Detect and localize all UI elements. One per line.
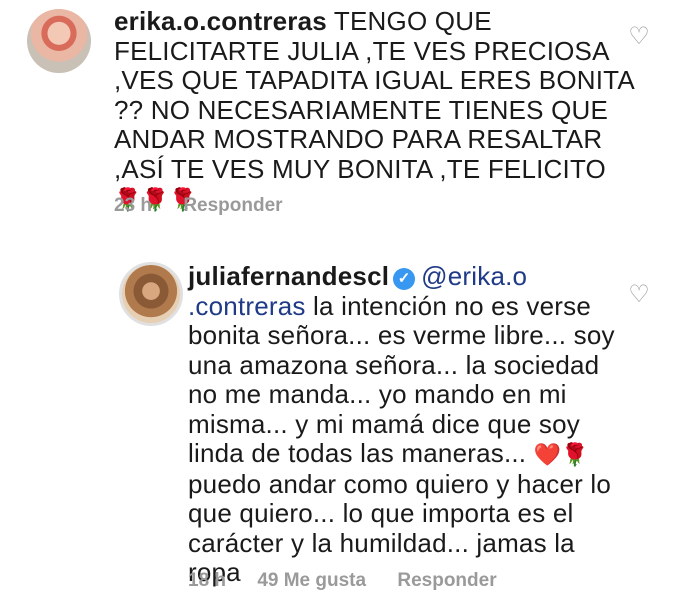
avatar-julia[interactable] — [119, 262, 183, 326]
comment-body: erika.o.contreras TENGO QUE FELICITARTE … — [114, 6, 634, 215]
reply-time: 18 h — [188, 570, 227, 591]
reply-body: juliafernandescl ✓ @erika.o .contreras la … — [188, 261, 628, 588]
avatar-erika[interactable] — [27, 9, 91, 73]
like-heart-icon[interactable]: ♡ — [626, 24, 652, 50]
likes-count[interactable]: 49 Me gusta — [257, 570, 366, 591]
comment-time: 23 h — [114, 195, 153, 216]
reply-button[interactable]: Responder — [183, 195, 282, 216]
comment-username[interactable]: erika.o.contreras — [114, 6, 327, 36]
heart-rose-emoji: ❤️🌹 — [533, 442, 589, 467]
reply-meta: 18 h 49 Me gusta Responder — [188, 570, 523, 592]
comment-meta: 23 h Responder — [114, 195, 309, 217]
like-heart-icon[interactable]: ♡ — [626, 282, 652, 308]
reply-button[interactable]: Responder — [397, 570, 496, 591]
verified-check-icon: ✓ — [393, 268, 416, 290]
reply-username[interactable]: juliafernandescl — [188, 261, 389, 291]
